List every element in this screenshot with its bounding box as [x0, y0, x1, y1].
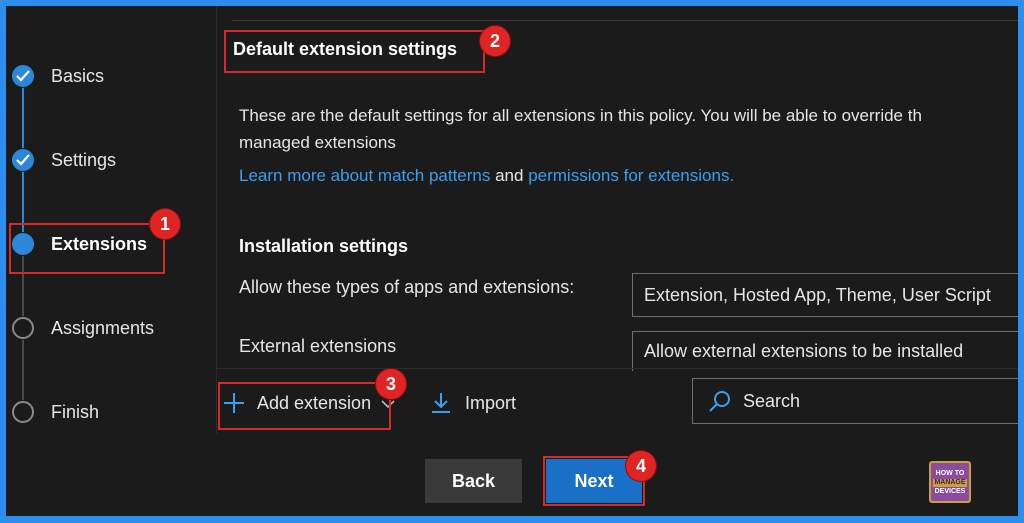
logo-line: HOW TO: [935, 470, 965, 477]
checkmark-icon: [12, 65, 34, 87]
search-box[interactable]: Search: [692, 378, 1018, 424]
learn-more-row: Learn more about match patterns and perm…: [239, 162, 1018, 189]
step-connector: [22, 340, 24, 400]
step-connector: [22, 88, 24, 148]
step-label: Settings: [51, 150, 117, 170]
back-button[interactable]: Back: [425, 459, 522, 503]
callout-badge: 1: [150, 209, 180, 239]
toolbar-divider: [216, 368, 1018, 369]
import-button[interactable]: Import: [431, 390, 516, 416]
app-frame: Basics Settings Extensions Assignments F…: [6, 6, 1018, 516]
app-types-dropdown[interactable]: Extension, Hosted App, Theme, User Scrip…: [632, 273, 1018, 317]
callout-box-extensions: [9, 223, 165, 274]
external-extensions-dropdown[interactable]: Allow external extensions to be installe…: [632, 331, 1018, 371]
step-label: Finish: [51, 402, 100, 422]
import-label: Import: [465, 392, 517, 413]
external-extensions-label: External extensions: [239, 336, 397, 356]
callout-box-add-extension: [218, 382, 391, 430]
callout-box-title: [224, 30, 485, 73]
step-label: Basics: [51, 66, 105, 86]
step-label: Assignments: [51, 318, 155, 338]
pending-step-dot-icon: [12, 317, 34, 339]
how-to-manage-devices-logo: HOW TO MANAGE DEVICES: [929, 461, 971, 503]
description-line: managed extensions: [239, 133, 396, 152]
app-types-label: Allow these types of apps and extensions…: [239, 277, 575, 297]
search-placeholder: Search: [743, 390, 801, 411]
wizard-steps: Basics Settings Extensions Assignments F…: [6, 6, 217, 434]
match-patterns-link[interactable]: Learn more about match patterns: [239, 166, 490, 185]
callout-badge: 2: [480, 26, 510, 56]
description-line: These are the default settings for all e…: [239, 106, 922, 125]
callout-badge: 3: [376, 369, 406, 399]
search-icon: [709, 390, 731, 412]
installation-settings-heading: Installation settings: [239, 236, 409, 256]
pending-step-dot-icon: [12, 401, 34, 423]
logo-line: DEVICES: [934, 488, 966, 495]
download-icon: [431, 392, 451, 414]
checkmark-icon: [12, 149, 34, 171]
logo-line: MANAGE: [933, 479, 967, 487]
top-divider: [232, 6, 1018, 21]
description-text: These are the default settings for all e…: [239, 102, 1018, 189]
permissions-link[interactable]: permissions for extensions.: [528, 166, 734, 185]
callout-badge: 4: [626, 451, 656, 481]
conjunction-text: and: [490, 166, 529, 185]
